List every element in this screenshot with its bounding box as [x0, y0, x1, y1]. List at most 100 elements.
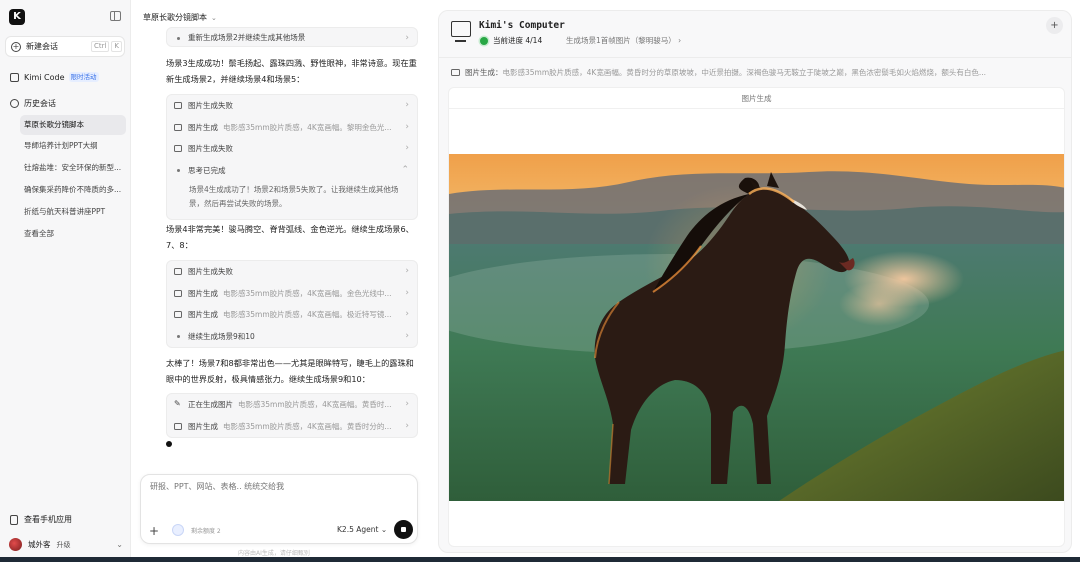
bullet-dot [177, 335, 180, 338]
chevron-right-icon: › [405, 121, 409, 132]
agent-selector[interactable]: K2.5 Agent ⌄ [337, 525, 387, 534]
chevron-right-icon: › [405, 330, 409, 341]
computer-panel: Kimi's Computer 当前进度 4/14 生成场景1首帧图片（黎明骏马… [438, 10, 1072, 553]
step-detail: 电影感35mm胶片质感，4K宽画幅。金色光线中... [223, 288, 392, 298]
step-row[interactable]: 图片生成 电影感35mm胶片质感，4K宽画幅。极近特写镜... › [167, 304, 417, 326]
progress-detail-text: 生成场景1首帧图片（黎明骏马） [566, 36, 676, 45]
step-label: 思考已完成 [188, 165, 226, 175]
status-icon [480, 37, 488, 45]
step-row[interactable]: 图片生成失败 › [167, 138, 417, 160]
assistant-message: 太棒了！场景7和8都非常出色——尤其是眼眸特写，睫毛上的露珠和眼中的世界反射，极… [166, 358, 414, 384]
tool-card: ✎ 正在生成图片 电影感35mm胶片质感，4K宽画幅。黄昏时... › 图片生成电… [166, 393, 418, 438]
stop-button[interactable] [394, 520, 413, 539]
code-icon [10, 72, 19, 82]
divider [449, 108, 1064, 109]
chevron-right-icon: › [405, 420, 409, 431]
image-icon [174, 289, 182, 297]
typing-indicator [166, 441, 172, 447]
step-label: 图片生成 [188, 288, 218, 298]
history-item[interactable]: 导師培养计划PPT大纲 [20, 136, 126, 156]
step-label: 图片生成失败 [188, 267, 233, 276]
chat-input-box: + 剩余额度 2 K2.5 Agent ⌄ [140, 474, 418, 544]
view-all-history[interactable]: 查看全部 [20, 224, 126, 244]
expand-icon[interactable]: + [1046, 17, 1063, 34]
chevron-right-icon: › [405, 33, 409, 43]
mode-icon[interactable] [172, 524, 184, 536]
generated-horse-image[interactable] [449, 154, 1064, 501]
progress-detail[interactable]: 生成场景1首帧图片（黎明骏马） › [566, 35, 681, 46]
chevron-up-icon: ⌃ [401, 164, 409, 175]
bullet-dot [177, 36, 180, 40]
history-item[interactable]: 折纸与航天科普讲座PPT [20, 202, 126, 222]
step-row[interactable]: 图片生成 电影感35mm胶片质感，4K宽画幅。黎明金色光... › [167, 117, 417, 139]
new-chat-label: 新建会话 [26, 42, 58, 51]
avatar [9, 538, 22, 551]
new-chat-button[interactable]: + 新建会话 Ctrl K [5, 36, 125, 57]
limited-event-badge: 限时活动 [68, 72, 99, 82]
chat-title[interactable]: 草原长歌分镜脚本 ⌄ [143, 12, 217, 23]
tool-call-line: 图片生成：电影感35mm胶片质感，4K宽画幅。黄昏时分的草原坡坡，中近景拍摄。深… [451, 67, 1063, 78]
kimi-logo[interactable]: K [9, 9, 25, 25]
brush-icon: ✎ [174, 399, 181, 408]
step-row[interactable]: 图片生成 电影感35mm胶片质感，4K宽画幅。金色光线中... › [167, 283, 417, 305]
chevron-down-icon: ⌄ [380, 525, 388, 534]
step-detail: 电影感35mm胶片质感，4K宽画幅。极近特写镜... [223, 310, 392, 319]
kimi-code-label: Kimi Code [24, 72, 65, 82]
new-chat-icon: + [11, 41, 21, 52]
step-row[interactable]: 图片生成失败 › [167, 95, 417, 117]
computer-icon [451, 21, 471, 42]
history-header[interactable]: 历史会话 [10, 98, 56, 109]
bullet-dot [177, 169, 180, 172]
step-row[interactable]: 重新生成场景2并继续生成其他场景 › [167, 28, 417, 48]
remaining-quota: 剩余额度 2 [191, 528, 221, 535]
chevron-right-icon: › [678, 36, 682, 45]
image-icon [174, 268, 182, 275]
step-label: 图片生成失败 [188, 144, 233, 153]
chat-title-text: 草原长歌分镜脚本 [143, 13, 207, 22]
image-icon [174, 145, 182, 152]
step-detail: 电影感35mm胶片质感，4K宽画幅。黎明金色光... [223, 122, 392, 132]
tool-label: 图片生成 [465, 68, 495, 77]
history-item[interactable]: 确保集采药降价不降质的多... [20, 180, 126, 200]
step-row[interactable]: 图片生成 电影感35mm胶片质感，4K宽画幅。黄昏时分的... › [167, 416, 417, 438]
history-item[interactable]: 钍熔盐堆：安全环保的新型... [20, 158, 126, 178]
chat-input[interactable] [150, 482, 410, 491]
sidebar: K + 新建会话 Ctrl K Kimi Code 限时活动 历史会话 草原长歌… [0, 0, 131, 562]
step-label: 图片生成 [188, 122, 218, 132]
divider [439, 57, 1071, 58]
image-icon [174, 422, 182, 430]
horse-photo-svg [449, 154, 1064, 501]
history-item[interactable]: 草原长歌分镜脚本 [20, 115, 126, 135]
step-row[interactable]: ✎ 正在生成图片 电影感35mm胶片质感，4K宽画幅。黄昏时... › [167, 394, 417, 416]
chevron-right-icon: › [405, 100, 409, 110]
sidebar-toggle-icon[interactable] [110, 11, 121, 21]
step-label: 继续生成场景9和10 [188, 331, 255, 341]
step-detail: 电影感35mm胶片质感，4K宽画幅。黄昏时分的... [223, 421, 392, 431]
plus-icon[interactable]: + [149, 524, 159, 538]
step-label: 图片生成 [188, 421, 218, 431]
step-row[interactable]: 继续生成场景9和10 › [167, 326, 417, 348]
chevron-right-icon: › [405, 287, 409, 298]
step-row[interactable]: 图片生成失败 › [167, 261, 417, 283]
tool-card: 图片生成失败 › 图片生成 电影感35mm胶片质感，4K宽画幅。金色光线中... … [166, 260, 418, 348]
thinking-row[interactable]: 思考已完成 ⌃ [167, 160, 417, 182]
mobile-app-link[interactable]: 查看手机应用 [10, 514, 72, 525]
user-menu[interactable]: 城外客 升级 ⌄ [9, 538, 123, 551]
chevron-right-icon: › [405, 266, 409, 276]
chevron-right-icon: › [405, 309, 409, 319]
upgrade-link[interactable]: 升级 [57, 540, 71, 550]
assistant-message: 场景4非常完美！骏马腾空、脊背弧线、金色逆光。继续生成场景6、7、8： [166, 224, 414, 250]
mobile-app-label: 查看手机应用 [24, 515, 72, 524]
chevron-down-icon: ⌄ [211, 14, 217, 22]
sidebar-item-kimi-code[interactable]: Kimi Code 限时活动 [10, 72, 99, 82]
image-icon [174, 102, 182, 109]
tool-detail: 电影感35mm胶片质感，4K宽画幅。黄昏时分的草原坡坡，中近景拍摄。深褐色骏马无… [502, 68, 987, 77]
chevron-down-icon: ⌄ [116, 540, 123, 549]
phone-icon [10, 514, 18, 525]
agent-name: K2.5 Agent [337, 525, 379, 534]
image-icon [174, 123, 182, 131]
assistant-message: 场景3生成成功！鬃毛扬起、露珠四溅、野性眼神，非常诗意。现在重新生成场景2，并继… [166, 58, 417, 84]
image-viewer: 图片生成 [448, 87, 1065, 547]
step-label: 图片生成 [188, 310, 218, 319]
viewer-label: 图片生成 [741, 94, 772, 103]
